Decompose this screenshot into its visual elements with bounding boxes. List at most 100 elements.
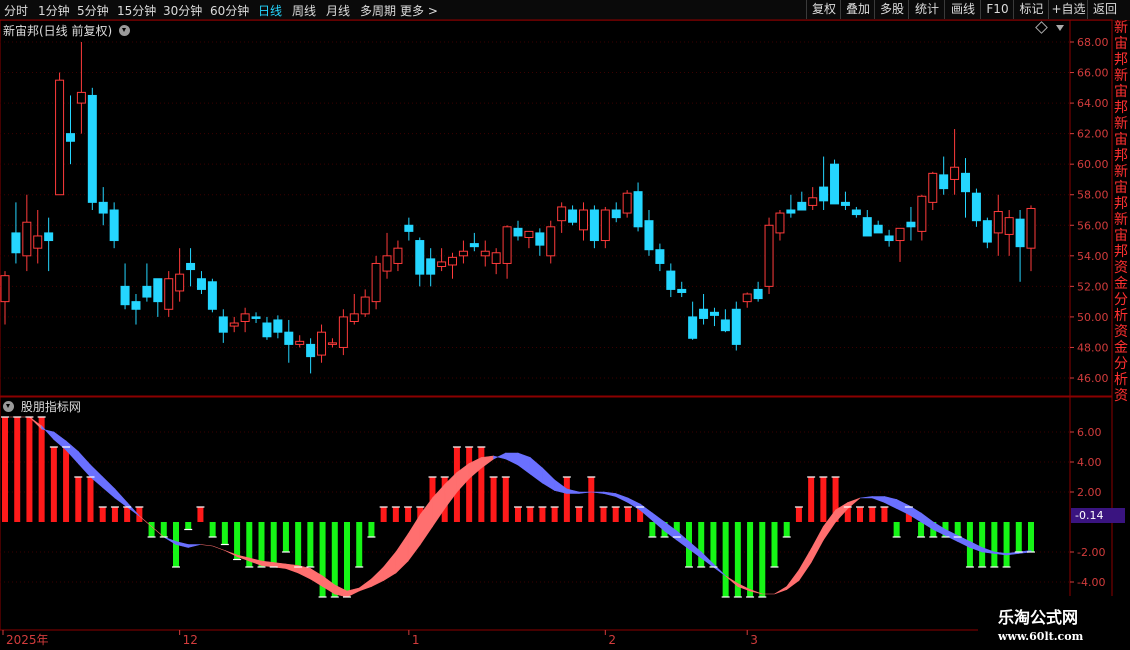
candle-body — [273, 319, 283, 333]
candle-body — [513, 227, 523, 237]
edge-glyph: 资 — [1114, 388, 1128, 404]
candle-body — [175, 273, 185, 292]
candle-body — [469, 243, 479, 248]
candle-body — [437, 261, 447, 268]
edge-glyph: 新 — [1114, 68, 1128, 84]
price-tick-label: 54.00 — [1077, 250, 1109, 263]
candle-body — [22, 221, 32, 257]
edge-glyph: 析 — [1114, 308, 1128, 324]
candle-body — [895, 227, 905, 242]
candle-body — [164, 278, 174, 310]
dropdown-icon[interactable] — [119, 25, 131, 36]
ribbon-segment — [774, 585, 788, 595]
histogram-bar — [50, 447, 57, 522]
ribbon-segment — [383, 551, 397, 582]
candle-body — [600, 209, 610, 242]
histogram-bar — [502, 477, 509, 522]
edge-glyph: 宙 — [1114, 228, 1128, 244]
indicator-current-value: -0.14 — [1071, 508, 1125, 523]
price-tick-label: 66.00 — [1077, 67, 1109, 80]
candle-body — [295, 340, 305, 345]
histogram-bar — [63, 447, 70, 522]
histogram-bar — [1028, 522, 1034, 552]
histogram-bar — [991, 522, 998, 567]
dropdown-icon[interactable] — [3, 401, 14, 412]
histogram-bar — [1003, 522, 1010, 567]
candle-body — [262, 322, 272, 338]
ribbon-segment — [77, 450, 91, 478]
price-tick-label: 68.00 — [1077, 36, 1109, 49]
candle-body — [830, 163, 840, 205]
candle-body — [578, 209, 588, 231]
candle-body — [982, 220, 992, 243]
edge-glyph: 邦 — [1114, 244, 1128, 260]
candle-body — [98, 201, 108, 214]
candle-body — [44, 232, 54, 242]
histogram-bar — [918, 522, 925, 537]
candle-body — [349, 313, 359, 322]
candle-body — [753, 288, 763, 300]
candle-body — [557, 206, 567, 222]
candle-body — [229, 322, 239, 327]
candle-body — [524, 230, 534, 238]
price-panel-title: 新宙邦(日线 前复权) — [3, 22, 131, 39]
histogram-bar — [392, 507, 399, 522]
candle-body — [906, 221, 916, 228]
edge-glyph: 资 — [1114, 260, 1128, 276]
candle-body — [535, 232, 545, 246]
histogram-bar — [747, 522, 754, 597]
histogram-bar — [282, 522, 289, 552]
candle-body — [65, 133, 75, 142]
candle-body — [87, 94, 97, 203]
candle-body — [928, 172, 938, 203]
histogram-bar — [14, 417, 21, 522]
histogram-bar — [624, 507, 631, 522]
edge-glyph: 宙 — [1114, 132, 1128, 148]
price-tick-label: 50.00 — [1077, 311, 1109, 324]
candle-body — [55, 79, 65, 196]
ribbon-segment — [798, 547, 812, 582]
candle-body — [196, 278, 206, 290]
edge-glyph: 新 — [1114, 164, 1128, 180]
ribbon-segment — [102, 476, 116, 499]
edge-glyph: 邦 — [1114, 52, 1128, 68]
candle-body — [851, 209, 861, 216]
histogram-bar — [405, 507, 412, 522]
ribbon-segment — [285, 563, 299, 574]
edge-glyph: 新 — [1114, 20, 1128, 36]
candle-body — [186, 262, 196, 271]
edge-glyph: 邦 — [1114, 148, 1128, 164]
candle-body — [993, 211, 1003, 234]
price-tick-label: 48.00 — [1077, 341, 1109, 354]
candle-body — [819, 186, 829, 202]
histogram-bar — [820, 477, 827, 522]
histogram-bar — [722, 522, 729, 597]
ribbon-segment — [212, 545, 225, 551]
edge-glyph: 宙 — [1114, 36, 1128, 52]
price-tick-label: 62.00 — [1077, 128, 1109, 141]
candle-body — [1015, 218, 1025, 248]
price-tick-label: 46.00 — [1077, 372, 1109, 385]
ribbon-segment — [505, 452, 519, 466]
candle-body — [742, 293, 752, 303]
price-tick-label: 60.00 — [1077, 158, 1109, 171]
histogram-bar — [869, 507, 876, 522]
candle-body — [382, 255, 392, 272]
candle-body — [33, 235, 43, 249]
histogram-bar — [234, 522, 241, 560]
candle-body — [644, 220, 654, 251]
collapse-icon[interactable] — [1056, 25, 1064, 31]
histogram-bar — [539, 507, 546, 522]
histogram-bar — [527, 507, 534, 522]
edge-glyph: 邦 — [1114, 196, 1128, 212]
histogram-bar — [649, 522, 656, 537]
candle-body — [11, 232, 21, 254]
histogram-bar — [295, 522, 302, 567]
candle-body — [306, 343, 316, 358]
histogram-bar — [759, 522, 766, 597]
watermark: 乐淘公式网 www.60lt.com — [978, 596, 1130, 650]
ribbon-segment — [871, 496, 885, 503]
candle-body — [862, 217, 872, 237]
histogram-bar — [356, 522, 363, 567]
candle-body — [797, 201, 807, 211]
